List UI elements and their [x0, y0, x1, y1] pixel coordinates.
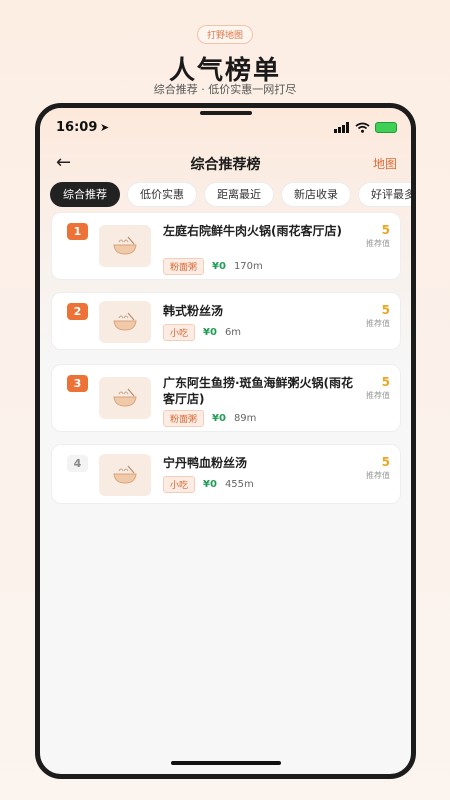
promo-subtitle: 综合推荐 · 低价实惠一网打尽 [153, 83, 297, 96]
status-bar: 16:09 ➤ [40, 120, 411, 138]
status-icons [334, 122, 397, 133]
restaurant-name: 韩式粉丝汤 [163, 304, 224, 318]
location-arrow-icon: ➤ [100, 121, 110, 134]
list-item[interactable]: 2 韩式粉丝汤 小吃 ¥0 6m 5 推荐值 [51, 292, 401, 350]
rank-badge: 3 [67, 375, 88, 392]
restaurant-name: 广东阿生鱼捞·斑鱼海鲜粥火锅(雨花客厅店) [163, 376, 354, 406]
wifi-icon [355, 122, 370, 133]
list-item[interactable]: 3 广东阿生鱼捞·斑鱼海鲜粥火锅(雨花客厅店) 粉面粥 ¥0 89m 5 推荐值 [51, 364, 401, 432]
battery-icon [375, 122, 397, 133]
score-label: 推荐值 [366, 239, 390, 248]
home-indicator[interactable] [170, 761, 281, 765]
rank-badge: 1 [67, 223, 88, 240]
item-meta: 粉面粥 ¥0 89m [163, 410, 256, 427]
status-time: 16:09 [56, 120, 98, 135]
distance: 6m [224, 327, 242, 338]
list-item[interactable]: 4 宁丹鸭血粉丝汤 小吃 ¥0 455m 5 推荐值 [51, 444, 401, 504]
list-item[interactable]: 1 左庭右院鲜牛肉火锅(雨花客厅店) 粉面粥 ¥0 170m 5 推荐值 [51, 212, 401, 280]
score-label: 推荐值 [366, 471, 390, 480]
noodle-bowl-icon [99, 454, 151, 496]
promo-tag: 打野地图 [196, 25, 254, 44]
score-label: 推荐值 [366, 391, 390, 400]
noodle-bowl-icon [99, 377, 151, 419]
tab-comprehensive[interactable]: 综合推荐 [50, 182, 120, 207]
score-label: 推荐值 [366, 319, 390, 328]
distance: 455m [224, 479, 254, 490]
score-block: 5 推荐值 [350, 375, 390, 401]
distance: 89m [233, 413, 257, 424]
tab-top-rated[interactable]: 好评最多 [358, 182, 411, 207]
tab-nearest[interactable]: 距离最近 [204, 182, 274, 207]
distance: 170m [233, 261, 263, 272]
tab-new-stores[interactable]: 新店收录 [281, 182, 351, 207]
score-block: 5 推荐值 [350, 223, 390, 249]
tab-low-price[interactable]: 低价实惠 [127, 182, 197, 207]
category-tag: 粉面粥 [163, 410, 205, 427]
price: ¥0 [203, 327, 217, 338]
item-meta: 小吃 ¥0 455m [163, 476, 254, 493]
category-tag: 粉面粥 [163, 258, 205, 275]
score-value: 5 [381, 303, 390, 317]
score-value: 5 [381, 223, 390, 237]
phone-frame: 16:09 ➤ ← 综合推荐榜 地图 综合推荐 低价实惠 距离最近 新店收录 好… [35, 103, 416, 779]
noodle-bowl-icon [99, 301, 151, 343]
phone-speaker [199, 111, 252, 115]
map-link[interactable]: 地图 [373, 155, 397, 172]
page-title: 综合推荐榜 [190, 157, 261, 173]
signal-icon [334, 122, 349, 133]
item-meta: 小吃 ¥0 6m [163, 324, 241, 341]
price: ¥0 [203, 479, 217, 490]
score-value: 5 [381, 455, 390, 469]
category-tag: 小吃 [163, 324, 196, 341]
restaurant-name: 左庭右院鲜牛肉火锅(雨花客厅店) [163, 224, 342, 238]
nav-bar: ← 综合推荐榜 地图 [40, 152, 411, 176]
category-tabs: 综合推荐 低价实惠 距离最近 新店收录 好评最多 [50, 182, 411, 208]
item-meta: 粉面粥 ¥0 170m [163, 258, 263, 275]
score-block: 5 推荐值 [350, 455, 390, 481]
price: ¥0 [212, 261, 226, 272]
rank-badge: 2 [67, 303, 88, 320]
price: ¥0 [212, 413, 226, 424]
score-block: 5 推荐值 [350, 303, 390, 329]
noodle-bowl-icon [99, 225, 151, 267]
category-tag: 小吃 [163, 476, 196, 493]
score-value: 5 [381, 375, 390, 389]
rank-badge: 4 [67, 455, 88, 472]
restaurant-name: 宁丹鸭血粉丝汤 [163, 456, 248, 470]
